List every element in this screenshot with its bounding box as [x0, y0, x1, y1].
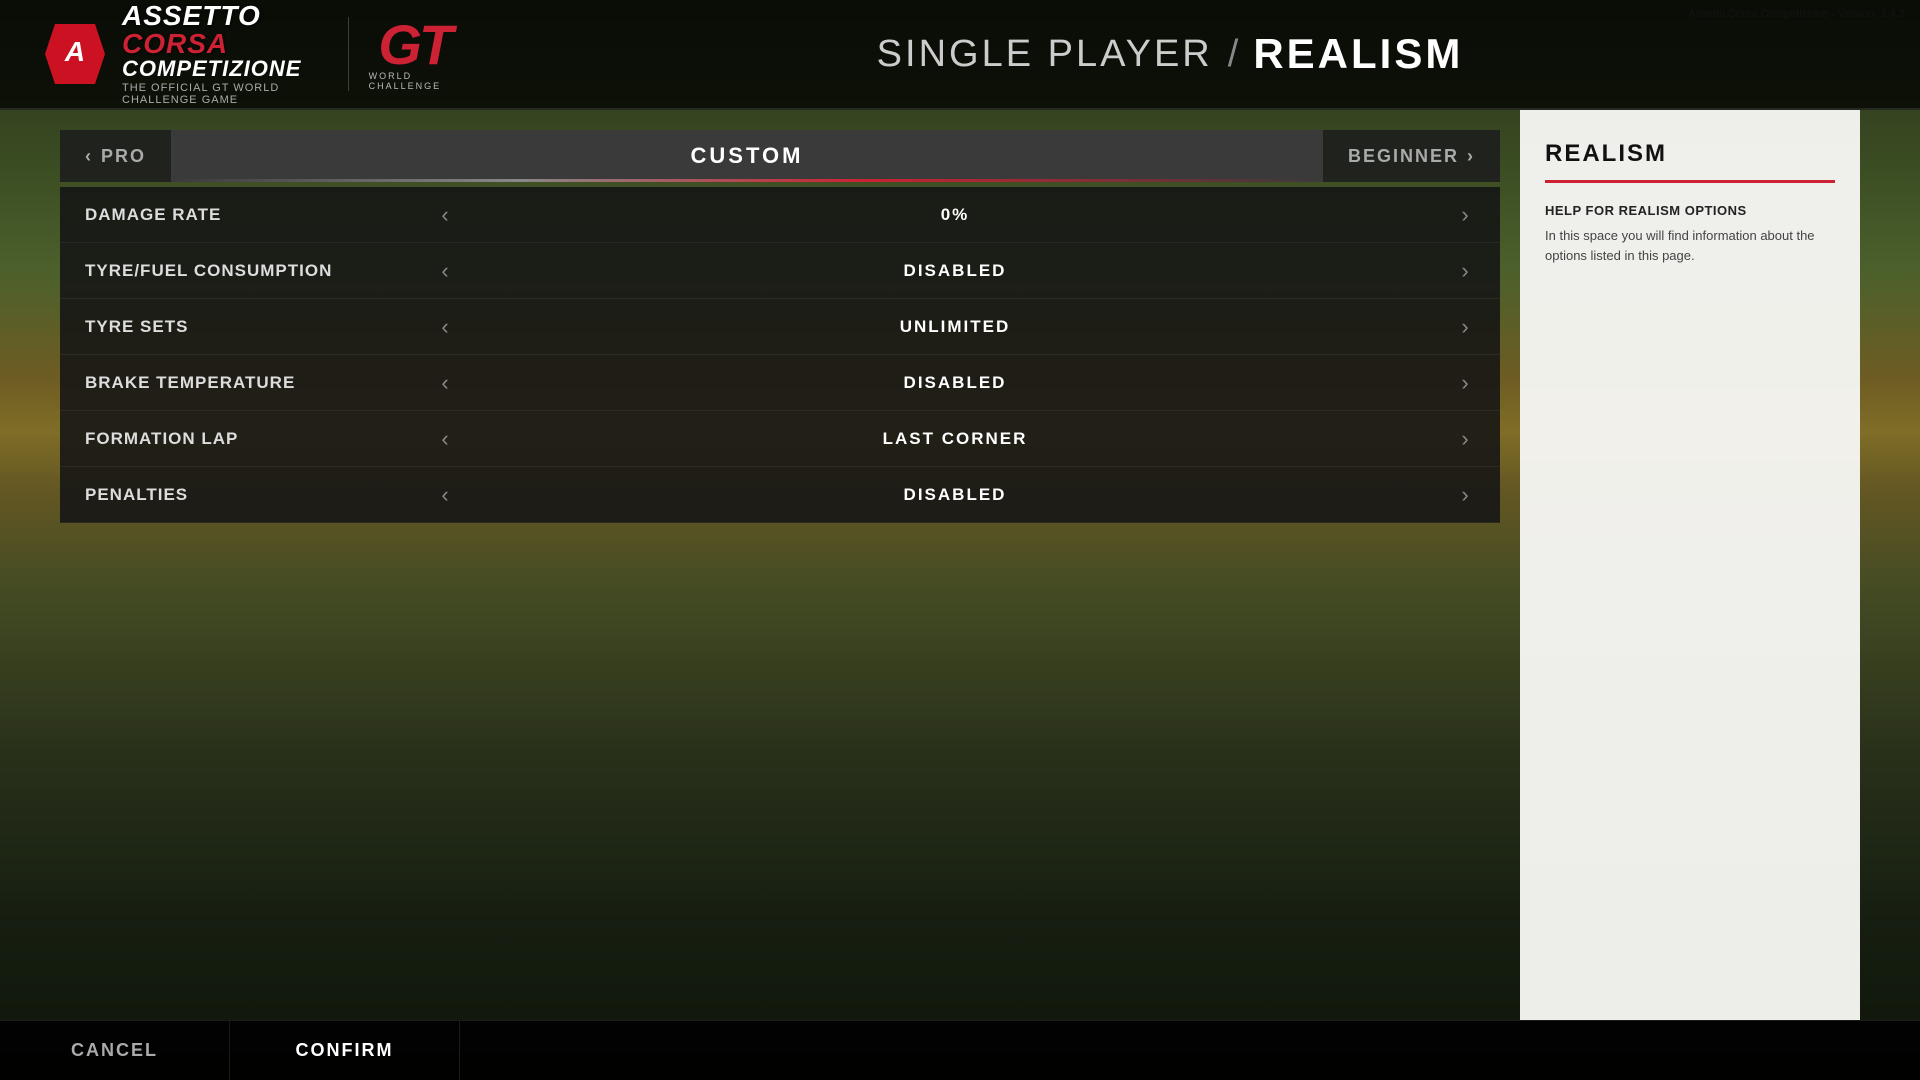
- table-row: DAMAGE RATE ‹ 0% ›: [60, 187, 1500, 243]
- setting-label-tyre-fuel: TYRE/FUEL CONSUMPTION: [75, 261, 425, 281]
- settings-rows: DAMAGE RATE ‹ 0% › TYRE/FUEL CONSUMPTION…: [60, 187, 1500, 523]
- main-content: ‹ PRO CUSTOM BEGINNER › DAMAGE RATE ‹ 0%…: [60, 110, 1860, 1020]
- setting-label-penalties: PENALTIES: [75, 485, 425, 505]
- setting-label-damage-rate: DAMAGE RATE: [75, 205, 425, 225]
- penalties-right-arrow[interactable]: ›: [1445, 482, 1485, 508]
- help-text: In this space you will find information …: [1545, 226, 1835, 265]
- help-title: HELP FOR REALISM OPTIONS: [1545, 203, 1835, 218]
- tyre-fuel-right-arrow[interactable]: ›: [1445, 258, 1485, 284]
- damage-rate-left-arrow[interactable]: ‹: [425, 202, 465, 228]
- chevron-right-icon: ›: [1467, 146, 1475, 167]
- page-title-single-player: SINGLE PLAYER: [877, 33, 1213, 76]
- acc-logo-competizione: COMPETIZIONE: [122, 58, 313, 80]
- title-separator: /: [1228, 33, 1239, 76]
- acc-logo-tagline: THE OFFICIAL GT WORLD CHALLENGE GAME: [122, 82, 313, 106]
- acc-logo-icon: A: [40, 19, 110, 89]
- acc-logo-main: ASSETTO CORSA: [122, 2, 313, 58]
- formation-lap-value: LAST CORNER: [465, 429, 1445, 449]
- setting-label-tyre-sets: TYRE SETS: [75, 317, 425, 337]
- confirm-button[interactable]: CONFIRM: [230, 1021, 460, 1080]
- world-challenge-text: WORLD CHALLENGE: [369, 71, 460, 91]
- penalties-left-arrow[interactable]: ‹: [425, 482, 465, 508]
- formation-lap-right-arrow[interactable]: ›: [1445, 426, 1485, 452]
- preset-custom-label: CUSTOM: [171, 130, 1323, 182]
- brake-temp-left-arrow[interactable]: ‹: [425, 370, 465, 396]
- preset-beginner-button[interactable]: BEGINNER ›: [1323, 130, 1500, 182]
- title-area: SINGLE PLAYER / REALISM: [460, 30, 1880, 78]
- top-bar: A ASSETTO CORSA COMPETIZIONE THE OFFICIA…: [0, 0, 1920, 110]
- damage-rate-right-arrow[interactable]: ›: [1445, 202, 1485, 228]
- table-row: TYRE/FUEL CONSUMPTION ‹ DISABLED ›: [60, 243, 1500, 299]
- table-row: FORMATION LAP ‹ LAST CORNER ›: [60, 411, 1500, 467]
- formation-lap-left-arrow[interactable]: ‹: [425, 426, 465, 452]
- chevron-left-icon: ‹: [85, 146, 93, 167]
- tyre-fuel-value: DISABLED: [465, 261, 1445, 281]
- table-row: TYRE SETS ‹ UNLIMITED ›: [60, 299, 1500, 355]
- gt-logo-text: GT: [378, 17, 450, 73]
- preset-beginner-label: BEGINNER: [1348, 146, 1459, 167]
- right-panel: REALISM HELP FOR REALISM OPTIONS In this…: [1520, 110, 1860, 1020]
- table-row: PENALTIES ‹ DISABLED ›: [60, 467, 1500, 523]
- damage-rate-value: 0%: [465, 205, 1445, 225]
- brake-temp-right-arrow[interactable]: ›: [1445, 370, 1485, 396]
- settings-panel: ‹ PRO CUSTOM BEGINNER › DAMAGE RATE ‹ 0%…: [60, 110, 1500, 1020]
- cancel-button[interactable]: CANCEL: [0, 1021, 230, 1080]
- preset-pro-label: PRO: [101, 146, 146, 167]
- tyre-sets-left-arrow[interactable]: ‹: [425, 314, 465, 340]
- acc-text: ASSETTO CORSA COMPETIZIONE THE OFFICIAL …: [122, 2, 313, 106]
- penalties-value: DISABLED: [465, 485, 1445, 505]
- right-panel-title: REALISM: [1545, 140, 1835, 183]
- bottom-spacer: [460, 1021, 1920, 1080]
- bottom-bar: CANCEL CONFIRM: [0, 1020, 1920, 1080]
- setting-label-formation-lap: FORMATION LAP: [75, 429, 425, 449]
- table-row: BRAKE TEMPERATURE ‹ DISABLED ›: [60, 355, 1500, 411]
- gt-logo-area: GT WORLD CHALLENGE: [348, 17, 460, 91]
- tyre-fuel-left-arrow[interactable]: ‹: [425, 258, 465, 284]
- preset-pro-button[interactable]: ‹ PRO: [60, 130, 171, 182]
- tyre-sets-value: UNLIMITED: [465, 317, 1445, 337]
- svg-text:A: A: [64, 36, 85, 67]
- tyre-sets-right-arrow[interactable]: ›: [1445, 314, 1485, 340]
- logo-area: A ASSETTO CORSA COMPETIZIONE THE OFFICIA…: [40, 2, 460, 106]
- brake-temp-value: DISABLED: [465, 373, 1445, 393]
- page-title-realism: REALISM: [1253, 30, 1463, 78]
- setting-label-brake-temp: BRAKE TEMPERATURE: [75, 373, 425, 393]
- preset-selector: ‹ PRO CUSTOM BEGINNER ›: [60, 130, 1500, 182]
